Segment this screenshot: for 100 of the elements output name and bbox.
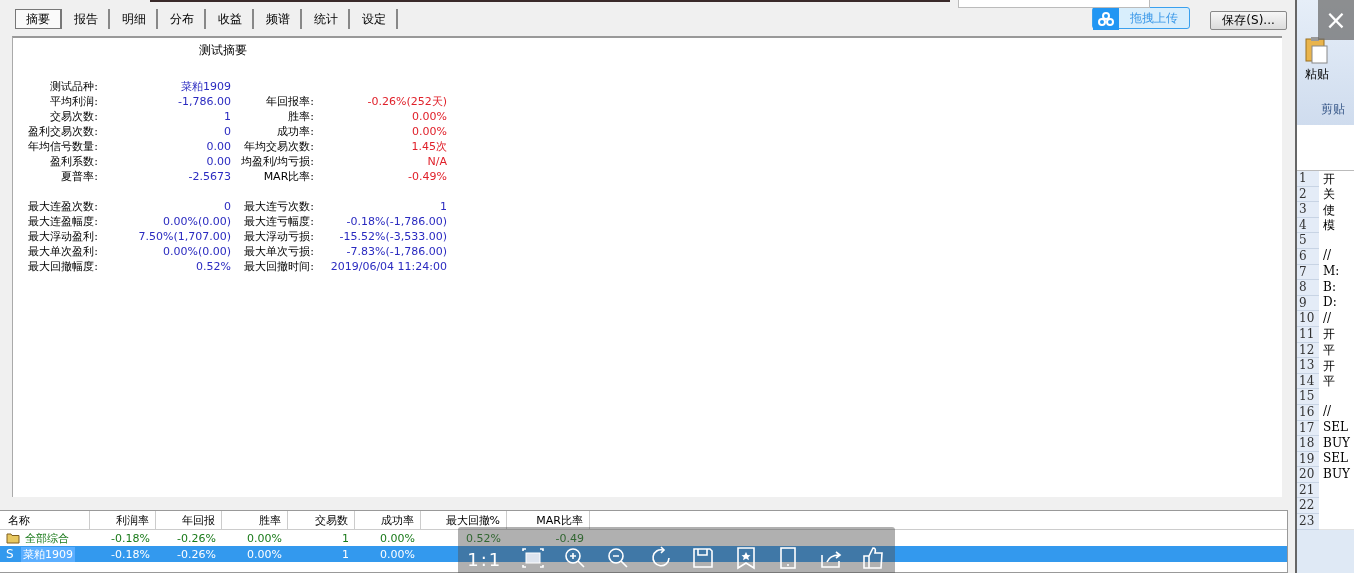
- stat-label: 最大浮动亏损:: [243, 229, 314, 244]
- table-row[interactable]: 全部综合 -0.18% -0.26% 0.00% 1 0.00% 0.52% -0.49: [0, 530, 1288, 546]
- stat-label: 成功率:: [276, 124, 314, 139]
- table-cell-text: 0.00%: [246, 547, 283, 561]
- stat-value: -1,786.00: [177, 95, 231, 108]
- stat-value: 0.00%: [411, 125, 447, 138]
- stat-label: 均盈利/均亏损:: [239, 154, 314, 169]
- row-name: 菜粕1909: [21, 546, 75, 562]
- sheet-cell: 平: [1319, 342, 1354, 359]
- stat-label: 年均信号数量:: [27, 139, 98, 154]
- stat-value: -0.49%: [407, 170, 447, 183]
- stat-value: 7.50%(1,707.00): [137, 230, 231, 243]
- row-name: 全部综合: [24, 530, 70, 546]
- stat-label: 年均交易次数:: [243, 139, 314, 154]
- stat-value: -0.18%(-1,786.00): [345, 215, 447, 228]
- table-cell-text: 1: [341, 547, 350, 561]
- stat-value: 0.00%(0.00): [161, 245, 231, 258]
- row-number: 1: [1297, 171, 1320, 187]
- column-header[interactable]: 胜率: [222, 511, 288, 529]
- row-number: 22: [1297, 498, 1320, 515]
- sheet-cell: 模: [1319, 217, 1354, 234]
- table-cell-text: 1: [341, 531, 350, 545]
- row-number: 5: [1297, 233, 1320, 249]
- stat-label: 最大连亏幅度:: [243, 214, 314, 229]
- stat-value: 0: [223, 125, 231, 138]
- stat-value: 0.00: [205, 140, 231, 153]
- fit-screen-icon[interactable]: [520, 546, 545, 570]
- stat-label: 年回报率:: [265, 94, 314, 109]
- stat-value: 0.52%: [195, 260, 231, 273]
- stat-value: -0.26%(252天): [366, 94, 447, 109]
- clipboard-icon[interactable]: [1305, 36, 1330, 64]
- symbol-marker: S: [6, 547, 15, 561]
- stat-value: 1.45次: [410, 139, 447, 154]
- row-number: 18: [1297, 436, 1320, 452]
- tab[interactable]: 摘要: [15, 9, 62, 29]
- row-number: 8: [1297, 280, 1320, 296]
- row-number: 10: [1297, 311, 1320, 327]
- column-header[interactable]: 年回报: [156, 511, 222, 529]
- stat-value: 0.00: [205, 155, 231, 168]
- sheet-cell: 平: [1319, 373, 1354, 390]
- row-number: 23: [1297, 514, 1320, 530]
- sheet-cell: SEL: [1319, 420, 1354, 437]
- cloud-icon: [1097, 12, 1116, 26]
- row-number: 15: [1297, 389, 1320, 405]
- table-cell-text: -0.18%: [110, 547, 151, 561]
- stat-label: 最大连亏次数:: [243, 199, 314, 214]
- thumbs-up-icon[interactable]: [861, 546, 886, 570]
- stat-label: 胜率:: [287, 109, 314, 124]
- table-cell-text: 0.00%: [379, 531, 416, 545]
- row-number: 3: [1297, 202, 1320, 218]
- table-cell-text: 0.52%: [465, 531, 502, 545]
- ribbon-group-label: 剪贴: [1321, 101, 1346, 118]
- row-number: 13: [1297, 358, 1320, 374]
- save-button[interactable]: 保存(S)...: [1210, 11, 1288, 30]
- stat-value: -2.5673: [187, 170, 231, 183]
- sheet-cell: M:: [1319, 264, 1354, 281]
- column-header[interactable]: 名称: [0, 511, 90, 529]
- table-cell-text: 0.00%: [379, 547, 416, 561]
- table-cell-text: -0.26%: [176, 531, 217, 545]
- stat-value: 0.00%: [411, 110, 447, 123]
- stat-label: 最大浮动盈利:: [27, 229, 98, 244]
- table-cell-text: -0.49: [554, 531, 585, 545]
- stat-value: 1: [439, 200, 447, 213]
- stat-label: 最大回撤时间:: [243, 259, 314, 274]
- stat-label: 盈利系数:: [49, 154, 98, 169]
- stat-value: N/A: [426, 155, 447, 168]
- sheet-cell: SEL: [1319, 451, 1354, 468]
- sheet-cell: D:: [1319, 295, 1354, 312]
- paste-label[interactable]: 粘贴: [1305, 66, 1330, 83]
- table-cell-text: -0.26%: [176, 547, 217, 561]
- row-number: 20: [1297, 467, 1320, 483]
- stat-label: 最大单次亏损:: [243, 244, 314, 259]
- column-header[interactable]: 最大回撤%: [421, 511, 507, 529]
- sheet-cell: 关: [1319, 186, 1354, 203]
- stat-value: 0: [223, 200, 231, 213]
- table-cell-text: -0.18%: [110, 531, 151, 545]
- column-header[interactable]: MAR比率: [507, 511, 590, 529]
- folder-icon: [6, 532, 20, 544]
- stat-value: 2019/06/04 11:24:00: [329, 260, 447, 273]
- stat-label: 最大回撤幅度:: [27, 259, 98, 274]
- stat-label: 平均利润:: [49, 94, 98, 109]
- stat-label: 最大连盈次数:: [27, 199, 98, 214]
- save-icon[interactable]: [691, 546, 716, 570]
- stat-label: 测试品种:: [49, 79, 98, 94]
- summary-title: 测试摘要: [198, 42, 248, 59]
- column-header[interactable]: 交易数: [288, 511, 355, 529]
- stat-value: 1: [223, 110, 231, 123]
- stat-label: 夏普率:: [60, 169, 98, 184]
- stat-value: 菜粕1909: [180, 79, 231, 94]
- table-cell-text: 0.00%: [246, 531, 283, 545]
- stat-value: -7.83%(-1,786.00): [345, 245, 447, 258]
- stat-label: 最大连盈幅度:: [27, 214, 98, 229]
- stat-value: -15.52%(-3,533.00): [338, 230, 447, 243]
- stat-value: 0.00%(0.00): [161, 215, 231, 228]
- column-header[interactable]: 利润率: [90, 511, 156, 529]
- stat-label: 最大单次盈利:: [27, 244, 98, 259]
- stat-label: MAR比率:: [262, 169, 314, 184]
- stat-label: 盈利交易次数:: [27, 124, 98, 139]
- stat-label: 交易次数:: [49, 109, 98, 124]
- column-header[interactable]: 成功率: [355, 511, 421, 529]
